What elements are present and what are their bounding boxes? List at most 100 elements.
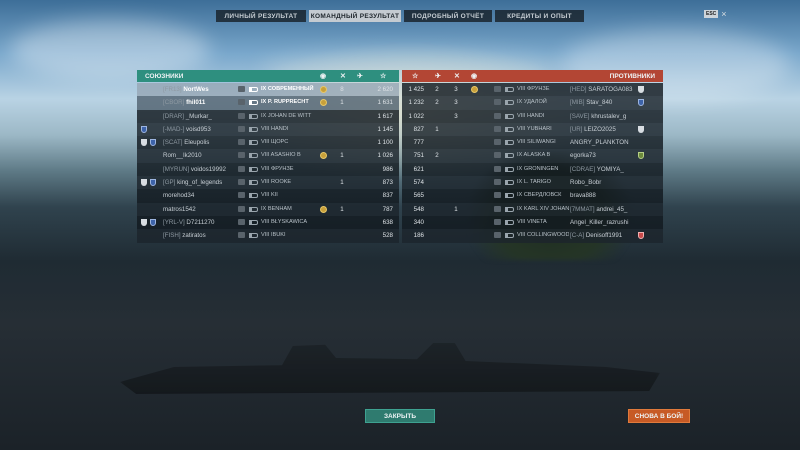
clan-tag: [UR] [570, 125, 583, 133]
medal-icon [471, 86, 478, 93]
enemy-row[interactable]: 1 022 3 VIII HANDI [SAVE] khrustalev_g [402, 109, 663, 123]
background-ship [120, 343, 660, 394]
enemy-row[interactable]: 548 1 IX KARL XIV JOHAN [7MMAT] andrei_45_ [402, 202, 663, 216]
enemy-row[interactable]: 1 425 2 3 VIII ФРУНЗЕ [HED] SARATOGA083 [402, 83, 663, 97]
ally-row[interactable]: matros1542 IX BENHAM 1 787 [137, 202, 399, 216]
player: [MIB] Stav_840 [570, 96, 634, 109]
xp-value: 1 232 [408, 99, 424, 107]
destroyer-icon [505, 100, 514, 106]
enemy-row[interactable]: 1 232 2 3 IX УДАЛОЙ [MIB] Stav_840 [402, 96, 663, 110]
rank-icon [638, 125, 644, 133]
level-badge [238, 179, 245, 186]
tab-detailed-report[interactable]: ПОДРОБНЫЙ ОТЧЁТ [404, 10, 492, 22]
ally-row[interactable]: morehod34 VIII KII 837 [137, 189, 399, 203]
ally-row[interactable]: [YRL-V] D7211270 VIII BŁYSKAWICA 638 [137, 215, 399, 230]
ship-class-icon [505, 193, 514, 199]
kills-count: 1 [340, 99, 344, 107]
xp-value: 1 145 [377, 125, 393, 133]
ship-level-icon [238, 179, 245, 187]
destroyer-icon [249, 166, 258, 172]
medal-cell [471, 86, 478, 93]
enemy-row[interactable]: 621 IX GRONINGEN [CDRAE] YOMIYA_ [402, 162, 663, 177]
allies-table: [FR13] NortWes IX СОВРЕМЕННЫЙ 8 2 620 [CBOR]… [137, 83, 399, 243]
battle-again-button[interactable]: СНОВА В БОЙ! [628, 409, 690, 423]
ally-row[interactable]: [FISH] zatiratos VIII IBUKI 528 [137, 229, 399, 243]
level-badge [238, 192, 245, 199]
enemy-row[interactable]: 574 IX L. TARIGO Robo_Bobr [402, 176, 663, 190]
level-badge [494, 125, 501, 132]
enemies-title: ПРОТИВНИКИ [609, 72, 655, 80]
kills-count: 1 [340, 205, 344, 213]
player: Angel_Killer_razrushi [570, 216, 634, 229]
ship-level-icon [238, 125, 245, 134]
player: ANGRY_PLANKTON [570, 136, 634, 149]
rank-icon [141, 218, 147, 226]
clan-tag: [FR13] [163, 86, 182, 93]
ship-level-icon [494, 192, 501, 200]
ally-row[interactable]: [GP] king_of_legends VIII ROOKE 1 873 [137, 176, 399, 190]
ship-class-icon [249, 219, 258, 225]
ally-row[interactable]: [FR13] NortWes IX СОВРЕМЕННЫЙ 8 2 620 [137, 83, 399, 97]
ally-row[interactable]: [DRAR] _Murkar_ IX JOHAN DE WITT 1 617 [137, 109, 399, 123]
tab-credits-xp[interactable]: КРЕДИТЫ И ОПЫТ [495, 10, 584, 22]
rank-icon [141, 179, 147, 187]
ship-name: VIII BŁYSKAWICA [261, 218, 308, 225]
tab-team-result[interactable]: КОМАНДНЫЙ РЕЗУЛЬТАТ [309, 10, 401, 22]
player-name: voidos19992 [190, 165, 226, 173]
planes-count: 2 [435, 99, 439, 107]
ship-level-icon [494, 99, 501, 107]
enemy-row[interactable]: 751 2 IX ALASKA B egorka73 [402, 149, 663, 163]
level-badge [494, 112, 501, 119]
ally-row[interactable]: Rom__Ik2010 VIII ASASHIO B 1 1 026 [137, 149, 399, 163]
enemy-row[interactable]: 186 VIII COLLINGWOOD [C-A] Denisoff1991 [402, 229, 663, 243]
side-icons [638, 125, 644, 133]
ally-row[interactable]: [MYRUN] voidos19992 VIII ФРУНЗЕ 986 [137, 162, 399, 177]
enemy-row[interactable]: 565 IX СВЕРДЛОВСК brava888 [402, 189, 663, 203]
player: [MYRUN] voidos19992 [163, 163, 235, 176]
ship-class-icon [249, 126, 258, 132]
level-badge [494, 232, 501, 239]
ship-level-icon [494, 86, 501, 94]
ship-class-icon [505, 206, 514, 212]
xp-value: 873 [382, 179, 393, 187]
kills-count: 1 [340, 152, 344, 160]
close-icon[interactable]: × [721, 10, 726, 19]
ship-name: IX ALASKA B [517, 152, 551, 159]
ship-class-icon [505, 219, 514, 225]
side-icons [141, 139, 158, 147]
player-name: egorka73 [570, 152, 596, 160]
ship-name: VIII COLLINGWOOD [517, 232, 569, 239]
level-badge [494, 99, 501, 106]
xp-value: 1 617 [377, 112, 393, 120]
ally-row[interactable]: [SCAT] Eleupolis VIII ЩОРС 1 100 [137, 136, 399, 150]
tab-personal-result[interactable]: ЛИЧНЫЙ РЕЗУЛЬТАТ [216, 10, 306, 22]
level-badge [238, 139, 245, 146]
player: [FISH] zatiratos [163, 229, 235, 242]
medal-icon [320, 205, 327, 213]
player-name: NortWes [183, 86, 209, 93]
destroyer-icon [249, 140, 258, 146]
player: [7MMAT] andrei_45_ [570, 203, 634, 216]
enemy-row[interactable]: 827 1 VIII YUBHARI [UR] LEIZO2025 [402, 122, 663, 137]
division-icon [141, 125, 147, 133]
medal-cell [320, 205, 327, 213]
clan-tag: [FISH] [163, 232, 181, 240]
destroyer-icon [249, 180, 258, 186]
close-button[interactable]: ЗАКРЫТЬ [365, 409, 435, 423]
ship-name: VIII YUBHARI [517, 125, 552, 132]
clan-tag: [SAVE] [570, 112, 590, 120]
ship-class-icon [505, 87, 514, 92]
enemy-row[interactable]: 340 VIII VINETA Angel_Killer_razrushi [402, 215, 663, 230]
player: morehod34 [163, 189, 235, 202]
player: [GP] king_of_legends [163, 176, 235, 189]
ally-row[interactable]: [-MAD-] voisd953 VIII HANDI 1 145 [137, 122, 399, 137]
xp-value: 827 [413, 125, 424, 133]
clan-tag: [DRAR] [163, 112, 184, 120]
player-name: Robo_Bobr [570, 179, 602, 187]
ship-class-icon [249, 193, 258, 199]
enemy-row[interactable]: 777 VIII SILIWANGI ANGRY_PLANKTON [402, 136, 663, 150]
ally-row[interactable]: [CBOR] fhil011 IX P. RUPPRECHT 1 1 631 [137, 96, 399, 110]
xp-value: 638 [382, 218, 393, 226]
ship-name: IX L. TARIGO [517, 179, 551, 186]
ship-level-icon [238, 205, 245, 214]
